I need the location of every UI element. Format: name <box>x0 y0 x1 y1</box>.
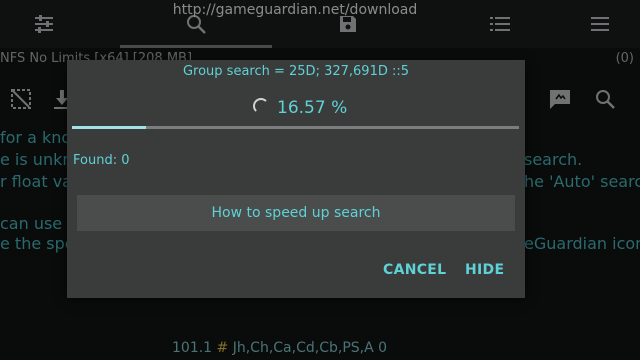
progress-bar-fill <box>72 126 147 129</box>
hide-button[interactable]: HIDE <box>465 262 504 278</box>
dialog-title: Group search = 25D; 327,691D ::5 <box>182 64 410 79</box>
search-progress-dialog: Group search = 25D; 327,691D ::5 16.57 %… <box>67 60 525 298</box>
speed-up-help-button[interactable]: How to speed up search <box>77 195 515 231</box>
loading-spinner-icon <box>253 98 269 114</box>
progress-bar <box>72 126 519 129</box>
progress-percent: 16.57 % <box>277 98 348 118</box>
found-count: Found: 0 <box>73 153 130 168</box>
cancel-button[interactable]: CANCEL <box>383 262 446 278</box>
